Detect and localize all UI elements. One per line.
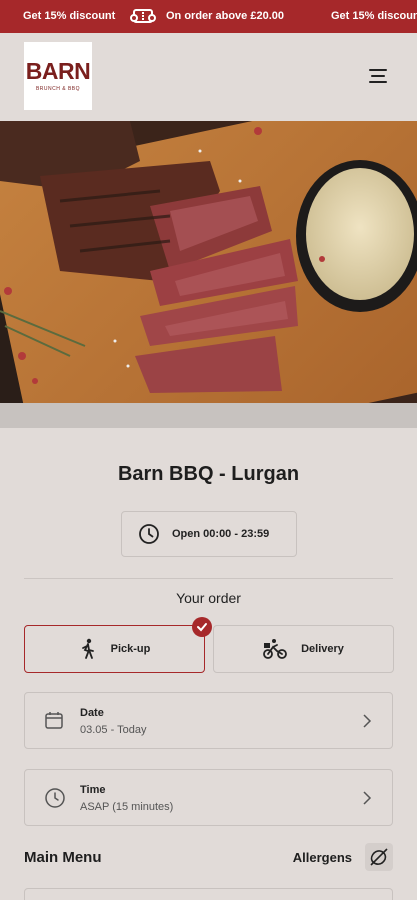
main-menu-title: Main Menu <box>24 849 102 866</box>
hamburger-icon[interactable] <box>369 69 387 83</box>
pickup-option[interactable]: Pick-up <box>24 617 212 673</box>
promo-text-2: On order above £20.00 <box>166 10 284 22</box>
allergens-button[interactable] <box>365 843 393 871</box>
header: BARN BRUNCH & BBQ <box>0 33 417 121</box>
no-allergen-icon <box>370 848 388 866</box>
time-value: ASAP (15 minutes) <box>80 801 174 813</box>
date-value: 03.05 - Today <box>80 724 147 736</box>
your-order-heading: Your order <box>176 590 241 606</box>
steak-photo <box>0 121 417 403</box>
ticket-icon <box>130 9 156 23</box>
promo-text-3: Get 15% discount <box>331 10 417 22</box>
hours-text: Open 00:00 - 23:59 <box>172 528 270 540</box>
promo-banner: Get 15% discount On order above £20.00 G… <box>0 0 417 33</box>
allergens-label[interactable]: Allergens <box>293 850 352 865</box>
time-label: Time <box>80 784 106 796</box>
menu-category-card[interactable] <box>24 888 393 900</box>
delivery-option[interactable]: Delivery <box>213 625 394 673</box>
calendar-icon <box>45 712 63 729</box>
store-name: Barn BBQ - Lurgan <box>117 463 300 485</box>
hero-image <box>0 121 417 403</box>
clock-icon <box>139 524 159 544</box>
hero-strip <box>0 403 417 428</box>
chevron-right-icon <box>363 791 372 805</box>
promo-text-1: Get 15% discount <box>23 10 116 22</box>
divider <box>24 578 393 579</box>
pickup-label: Pick-up <box>110 643 151 655</box>
time-selector[interactable]: Time ASAP (15 minutes) <box>24 769 393 826</box>
date-label: Date <box>80 707 104 719</box>
logo-subtitle: BRUNCH & BBQ <box>35 86 81 92</box>
opening-hours: Open 00:00 - 23:59 <box>121 511 297 557</box>
walking-person-icon <box>81 638 94 659</box>
clock-icon <box>45 788 65 808</box>
delivery-label: Delivery <box>301 643 344 655</box>
chevron-right-icon <box>363 714 372 728</box>
selected-check-icon <box>192 617 212 637</box>
date-selector[interactable]: Date 03.05 - Today <box>24 692 393 749</box>
barn-logo[interactable]: BARN BRUNCH & BBQ <box>24 42 92 110</box>
bicycle-delivery-icon <box>263 639 287 659</box>
logo-word: BARN <box>25 58 91 84</box>
